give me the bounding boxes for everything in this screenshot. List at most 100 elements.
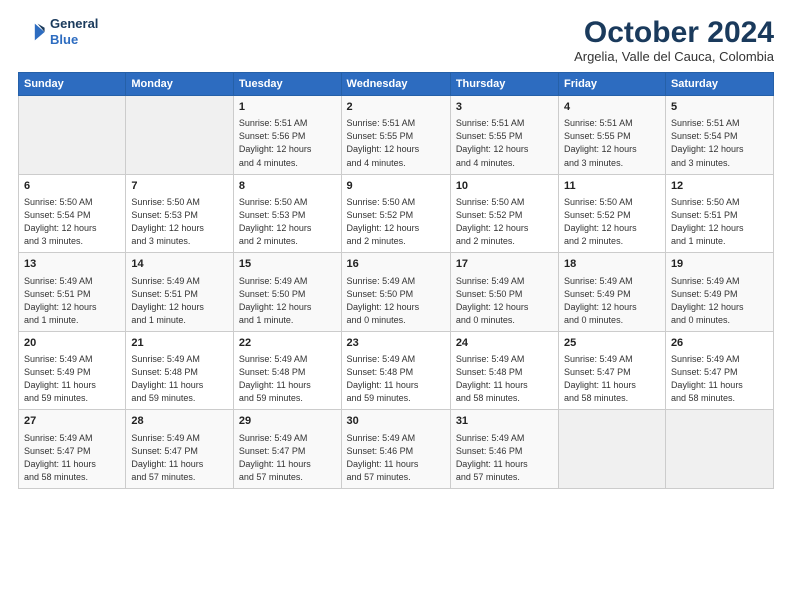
table-row (665, 410, 773, 489)
subtitle: Argelia, Valle del Cauca, Colombia (574, 49, 774, 64)
day-info: Sunrise: 5:50 AM Sunset: 5:52 PM Dayligh… (347, 196, 445, 248)
table-row: 20Sunrise: 5:49 AM Sunset: 5:49 PM Dayli… (19, 331, 126, 410)
table-row (126, 96, 234, 175)
day-number: 7 (131, 179, 228, 194)
col-saturday: Saturday (665, 73, 773, 96)
day-info: Sunrise: 5:51 AM Sunset: 5:55 PM Dayligh… (456, 117, 553, 169)
calendar-header-row: Sunday Monday Tuesday Wednesday Thursday… (19, 73, 774, 96)
col-sunday: Sunday (19, 73, 126, 96)
table-row: 28Sunrise: 5:49 AM Sunset: 5:47 PM Dayli… (126, 410, 234, 489)
calendar: Sunday Monday Tuesday Wednesday Thursday… (18, 72, 774, 489)
page: General Blue October 2024 Argelia, Valle… (0, 0, 792, 612)
table-row: 1Sunrise: 5:51 AM Sunset: 5:56 PM Daylig… (233, 96, 341, 175)
day-info: Sunrise: 5:51 AM Sunset: 5:54 PM Dayligh… (671, 117, 768, 169)
day-info: Sunrise: 5:49 AM Sunset: 5:51 PM Dayligh… (131, 275, 228, 327)
day-number: 30 (347, 414, 445, 429)
day-number: 16 (347, 257, 445, 272)
day-number: 8 (239, 179, 336, 194)
day-number: 3 (456, 100, 553, 115)
day-info: Sunrise: 5:49 AM Sunset: 5:47 PM Dayligh… (671, 353, 768, 405)
day-number: 22 (239, 336, 336, 351)
day-info: Sunrise: 5:49 AM Sunset: 5:48 PM Dayligh… (456, 353, 553, 405)
day-number: 27 (24, 414, 120, 429)
table-row: 2 Sunrise: 5:51 AM Sunset: 5:55 PM Daylig… (341, 96, 450, 175)
day-number: 15 (239, 257, 336, 272)
day-number: 21 (131, 336, 228, 351)
table-row: 5Sunrise: 5:51 AM Sunset: 5:54 PM Daylig… (665, 96, 773, 175)
day-number: 6 (24, 179, 120, 194)
day-info: Sunrise: 5:49 AM Sunset: 5:50 PM Dayligh… (239, 275, 336, 327)
day-info: Sunrise: 5:49 AM Sunset: 5:49 PM Dayligh… (564, 275, 660, 327)
table-row: 13 Sunrise: 5:49 AM Sunset: 5:51 PM Dayli… (19, 253, 126, 332)
day-number: 9 (347, 179, 445, 194)
day-number: 13 (24, 257, 120, 272)
table-row: 25 Sunrise: 5:49 AM Sunset: 5:47 PM Dayli… (559, 331, 666, 410)
table-row: 23 Sunrise: 5:49 AM Sunset: 5:48 PM Dayli… (341, 331, 450, 410)
table-row: 12Sunrise: 5:50 AM Sunset: 5:51 PM Dayli… (665, 174, 773, 253)
table-row (19, 96, 126, 175)
table-row: 17 Sunrise: 5:49 AM Sunset: 5:50 PM Dayli… (450, 253, 558, 332)
day-info: Sunrise: 5:50 AM Sunset: 5:53 PM Dayligh… (239, 196, 336, 248)
logo: General Blue (18, 16, 98, 47)
logo-icon (18, 18, 46, 46)
table-row: 14 Sunrise: 5:49 AM Sunset: 5:51 PM Dayli… (126, 253, 234, 332)
col-friday: Friday (559, 73, 666, 96)
day-number: 23 (347, 336, 445, 351)
col-wednesday: Wednesday (341, 73, 450, 96)
table-row: 21 Sunrise: 5:49 AM Sunset: 5:48 PM Dayli… (126, 331, 234, 410)
day-number: 25 (564, 336, 660, 351)
table-row: 19 Sunrise: 5:49 AM Sunset: 5:49 PM Dayli… (665, 253, 773, 332)
day-number: 26 (671, 336, 768, 351)
day-number: 24 (456, 336, 553, 351)
table-row: 3 Sunrise: 5:51 AM Sunset: 5:55 PM Daylig… (450, 96, 558, 175)
day-number: 20 (24, 336, 120, 351)
day-number: 10 (456, 179, 553, 194)
table-row: 11 Sunrise: 5:50 AM Sunset: 5:52 PM Dayli… (559, 174, 666, 253)
day-info: Sunrise: 5:49 AM Sunset: 5:50 PM Dayligh… (347, 275, 445, 327)
day-info: Sunrise: 5:49 AM Sunset: 5:48 PM Dayligh… (131, 353, 228, 405)
month-title: October 2024 (574, 16, 774, 49)
table-row: 16 Sunrise: 5:49 AM Sunset: 5:50 PM Dayli… (341, 253, 450, 332)
table-row: 24 Sunrise: 5:49 AM Sunset: 5:48 PM Dayli… (450, 331, 558, 410)
day-number: 17 (456, 257, 553, 272)
table-row: 18 Sunrise: 5:49 AM Sunset: 5:49 PM Dayli… (559, 253, 666, 332)
table-row: 22 Sunrise: 5:49 AM Sunset: 5:48 PM Dayli… (233, 331, 341, 410)
day-info: Sunrise: 5:49 AM Sunset: 5:46 PM Dayligh… (456, 432, 553, 484)
title-block: October 2024 Argelia, Valle del Cauca, C… (574, 16, 774, 64)
day-info: Sunrise: 5:49 AM Sunset: 5:48 PM Dayligh… (239, 353, 336, 405)
table-row: 6 Sunrise: 5:50 AM Sunset: 5:54 PM Daylig… (19, 174, 126, 253)
table-row: 10 Sunrise: 5:50 AM Sunset: 5:52 PM Dayli… (450, 174, 558, 253)
day-info: Sunrise: 5:50 AM Sunset: 5:52 PM Dayligh… (456, 196, 553, 248)
day-number: 31 (456, 414, 553, 429)
day-number: 18 (564, 257, 660, 272)
table-row: 9 Sunrise: 5:50 AM Sunset: 5:52 PM Daylig… (341, 174, 450, 253)
day-info: Sunrise: 5:49 AM Sunset: 5:51 PM Dayligh… (24, 275, 120, 327)
day-number: 29 (239, 414, 336, 429)
day-number: 19 (671, 257, 768, 272)
day-info: Sunrise: 5:50 AM Sunset: 5:52 PM Dayligh… (564, 196, 660, 248)
day-info: Sunrise: 5:49 AM Sunset: 5:48 PM Dayligh… (347, 353, 445, 405)
table-row: 31 Sunrise: 5:49 AM Sunset: 5:46 PM Dayli… (450, 410, 558, 489)
day-info: Sunrise: 5:50 AM Sunset: 5:53 PM Dayligh… (131, 196, 228, 248)
day-info: Sunrise: 5:49 AM Sunset: 5:46 PM Dayligh… (347, 432, 445, 484)
day-info: Sunrise: 5:49 AM Sunset: 5:50 PM Dayligh… (456, 275, 553, 327)
logo-text: General Blue (50, 16, 98, 47)
table-row: 29 Sunrise: 5:49 AM Sunset: 5:47 PM Dayli… (233, 410, 341, 489)
day-info: Sunrise: 5:51 AM Sunset: 5:55 PM Dayligh… (347, 117, 445, 169)
day-number: 14 (131, 257, 228, 272)
day-info: Sunrise: 5:49 AM Sunset: 5:47 PM Dayligh… (24, 432, 120, 484)
day-number: 4 (564, 100, 660, 115)
table-row: 4Sunrise: 5:51 AM Sunset: 5:55 PM Daylig… (559, 96, 666, 175)
day-number: 28 (131, 414, 228, 429)
day-number: 1 (239, 100, 336, 115)
table-row (559, 410, 666, 489)
day-number: 2 (347, 100, 445, 115)
day-info: Sunrise: 5:49 AM Sunset: 5:49 PM Dayligh… (671, 275, 768, 327)
day-info: Sunrise: 5:49 AM Sunset: 5:47 PM Dayligh… (564, 353, 660, 405)
table-row: 26 Sunrise: 5:49 AM Sunset: 5:47 PM Dayli… (665, 331, 773, 410)
day-number: 11 (564, 179, 660, 194)
day-info: Sunrise: 5:49 AM Sunset: 5:47 PM Dayligh… (239, 432, 336, 484)
day-info: Sunrise: 5:50 AM Sunset: 5:54 PM Dayligh… (24, 196, 120, 248)
header: General Blue October 2024 Argelia, Valle… (18, 16, 774, 64)
table-row: 30 Sunrise: 5:49 AM Sunset: 5:46 PM Dayli… (341, 410, 450, 489)
